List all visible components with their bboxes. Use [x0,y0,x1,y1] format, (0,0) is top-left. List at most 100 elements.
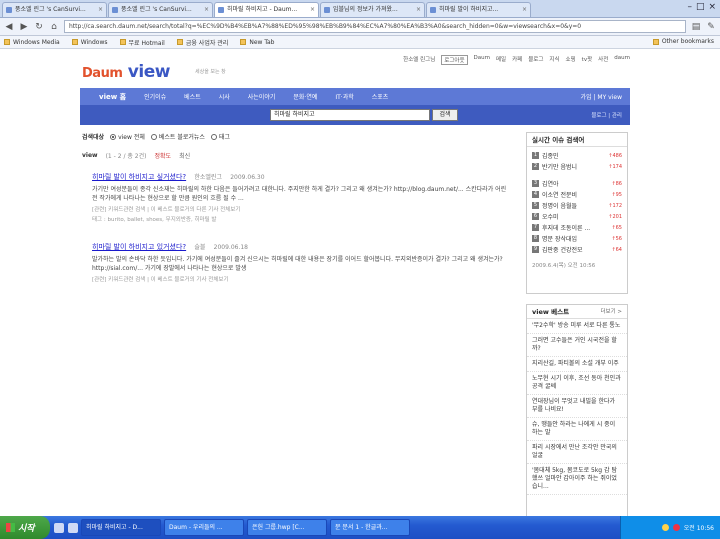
wrench-icon[interactable]: ✎ [706,22,716,32]
issue-item[interactable]: 3 김연아 ↑86 [527,178,627,189]
nav-current-affairs[interactable]: 시사 [210,92,239,101]
close-window-icon[interactable]: × [708,2,716,12]
windows-taskbar: 시작 히마릴 하비지고 - D... Daum - 우리들의 ... 은헌 그룹… [0,516,720,539]
browser-tab-active[interactable]: 히마릴 하비지고 - Daum... × [214,2,319,17]
result-title-link[interactable]: 히마릴 발이 하비지고 싶거셨다? [92,173,186,181]
search-input[interactable]: 히마릴 하비지고 [270,109,430,121]
util-links: 한소엘 린그님 로그아웃 Daum 메일 카페 블로그 지식 쇼핑 tv팟 사전… [403,55,630,65]
issue-item[interactable]: 5 정명이 음월들 ↑172 [527,200,627,211]
close-icon[interactable]: × [310,3,315,17]
maximize-icon[interactable]: □ [696,2,705,12]
windows-logo-icon [6,523,15,532]
filter-option-tag[interactable]: 태그 [210,132,230,141]
taskbar-task[interactable]: 문 문서 1 - 한글과... [330,519,410,536]
bookmark-item[interactable]: Windows [71,39,108,46]
logout-button[interactable]: 로그아웃 [441,55,468,65]
util-link[interactable]: 지식 [549,55,559,65]
issue-item[interactable]: 4 이소연 전문비 ↑95 [527,189,627,200]
close-icon[interactable]: × [204,3,209,17]
filter-option-best[interactable]: 베스트 블로거뉴스 [150,132,205,141]
issue-item[interactable]: 2 반기만 음범니 ↑174 [527,161,627,172]
result-author[interactable]: 슬블 [194,244,205,251]
best-more-link[interactable]: 더보기 > [600,305,622,319]
tray-icon[interactable] [672,524,680,531]
tab-label: 히마릴 하비지고 - Daum... [227,6,298,13]
close-icon[interactable]: × [522,3,527,17]
util-link[interactable]: 블로그 [528,55,543,65]
util-link[interactable]: tv팟 [582,55,592,65]
best-item[interactable]: '몸대체 5kg, 몸코도로 5kg 감 탐했쓰 얼마안 갑아이주 하는 쥐이었… [527,464,627,495]
blog-manage-link[interactable]: 블로그 | 관리 [591,111,622,119]
util-link[interactable]: daum [614,55,630,65]
util-link[interactable]: 쇼핑 [566,55,576,65]
filter-label: 검색대상 [82,134,105,141]
taskbar-task[interactable]: 히마릴 하비지고 - D... [81,519,161,536]
nav-best[interactable]: 베스트 [175,92,210,101]
join-myview-link[interactable]: 가입 | MY view [581,92,622,101]
tray-icon[interactable] [661,524,669,531]
url-input[interactable]: http://ca.search.daum.net/search/total?q… [64,20,686,33]
taskbar-task[interactable]: Daum - 우리들의 ... [164,519,244,536]
quick-launch-icon[interactable] [54,522,64,533]
bookmark-icon [71,39,78,45]
nav-life-stories[interactable]: 사는이야기 [239,92,285,101]
tab-label: 히마릴 발이 하비지고... [439,6,499,13]
result-related-links[interactable]: [관련] 키워드관련 검색 | 이 베스트 블로거의 기사 전체보기 [92,275,512,283]
bookmark-item[interactable]: 무료 Hotmail [119,38,165,47]
util-link[interactable]: Daum [474,55,490,65]
result-author[interactable]: 한소엘린그 [194,174,222,181]
browser-tab[interactable]: 풍소엘 린그 's CanSurvi... × [108,2,213,17]
nav-it-science[interactable]: IT·과학 [326,92,362,101]
best-item[interactable]: '무2수학' 방송 미루 서로 다른 통노 [527,319,627,334]
best-item[interactable]: 슈, 땡들안 하라는 나에게 시 중이 하는 말 [527,418,627,441]
browser-tab[interactable]: 임블님의 정보가 가져왔... × [320,2,425,17]
bookmark-item[interactable]: Windows Media [4,39,60,46]
best-item[interactable]: 지리산길, 파티볼의 소설 개부 이주 [527,357,627,372]
result-title-link[interactable]: 히마릴 발이 하비지고 있거셨다? [92,243,186,251]
search-button[interactable]: 검색 [432,109,458,121]
close-icon[interactable]: × [416,3,421,17]
browser-tab[interactable]: 풍소엘 린그 's CanSurvi... × [2,2,107,17]
filter-option-all[interactable]: view 전체 [110,132,145,141]
best-item[interactable]: 그러면 고수들은 거인 시국전을 할까? [527,334,627,357]
page-menu-icon[interactable]: ▤ [691,22,701,32]
best-item[interactable]: 파리 시장에서 만난 조각안 만국의 얼굴 [527,441,627,464]
favicon-icon [6,7,12,13]
util-link[interactable]: 사전 [598,55,608,65]
browser-tab[interactable]: 히마릴 발이 하비지고... × [426,2,531,17]
issue-item[interactable]: 6 오수미 ↑201 [527,211,627,222]
home-icon[interactable]: ⌂ [49,22,59,32]
sort-accuracy[interactable]: 정확도 [155,151,172,160]
quick-launch-icon[interactable] [68,522,78,533]
nav-view-home[interactable]: view 홈 [90,92,135,102]
taskbar-task[interactable]: 은헌 그룹.hwp [C... [247,519,327,536]
result-related-links[interactable]: [관련] 키워드관련 검색 | 이 베스트 블로거의 다른 기사 전체보기 [92,205,512,213]
bookmark-item[interactable]: New Tab [240,39,274,46]
back-icon[interactable]: ◀ [4,22,14,32]
favicon-icon [218,7,224,13]
nav-sports[interactable]: 스포츠 [363,92,398,101]
bookmark-item[interactable]: 금융 사업자 관리 [176,38,228,47]
daum-view-logo[interactable]: Daum view [82,62,170,82]
sort-recent[interactable]: 최신 [179,151,190,160]
close-icon[interactable]: × [98,3,103,17]
tab-label: 풍소엘 린그 's CanSurvi... [121,6,192,13]
minimize-icon[interactable]: – [687,2,692,12]
best-item[interactable]: 노무현 시기 이후, 조선 동아 천인과 공격 굴쎄 [527,372,627,395]
issue-item[interactable]: 7 후지데 조동이른 ... ↑65 [527,222,627,233]
issue-item[interactable]: 9 김판중 건강전모 ↑64 [527,244,627,255]
result-date: 2009.06.30 [230,174,265,181]
best-item[interactable]: 연대장님이 무엇고 내빌을 한다가 부를 나비요! [527,395,627,418]
util-link[interactable]: 메일 [496,55,506,65]
start-button[interactable]: 시작 [0,516,50,539]
nav-popular-issue[interactable]: 인기이슈 [135,92,175,101]
result-tags[interactable]: 태그 : burito, ballet, shoes, 무지외반증, 히마릴 발 [92,215,512,223]
issue-item[interactable]: 1 김종민 ↑486 [527,150,627,161]
util-link[interactable]: 카페 [512,55,522,65]
other-bookmarks[interactable]: Other bookmarks [652,38,714,45]
nav-culture[interactable]: 문화·연예 [284,92,326,101]
tab-label: 풍소엘 린그 's CanSurvi... [15,6,86,13]
forward-icon[interactable]: ▶ [19,22,29,32]
issue-item[interactable]: 8 명문 장삭대입 ↑56 [527,233,627,244]
reload-icon[interactable]: ↻ [34,22,44,32]
